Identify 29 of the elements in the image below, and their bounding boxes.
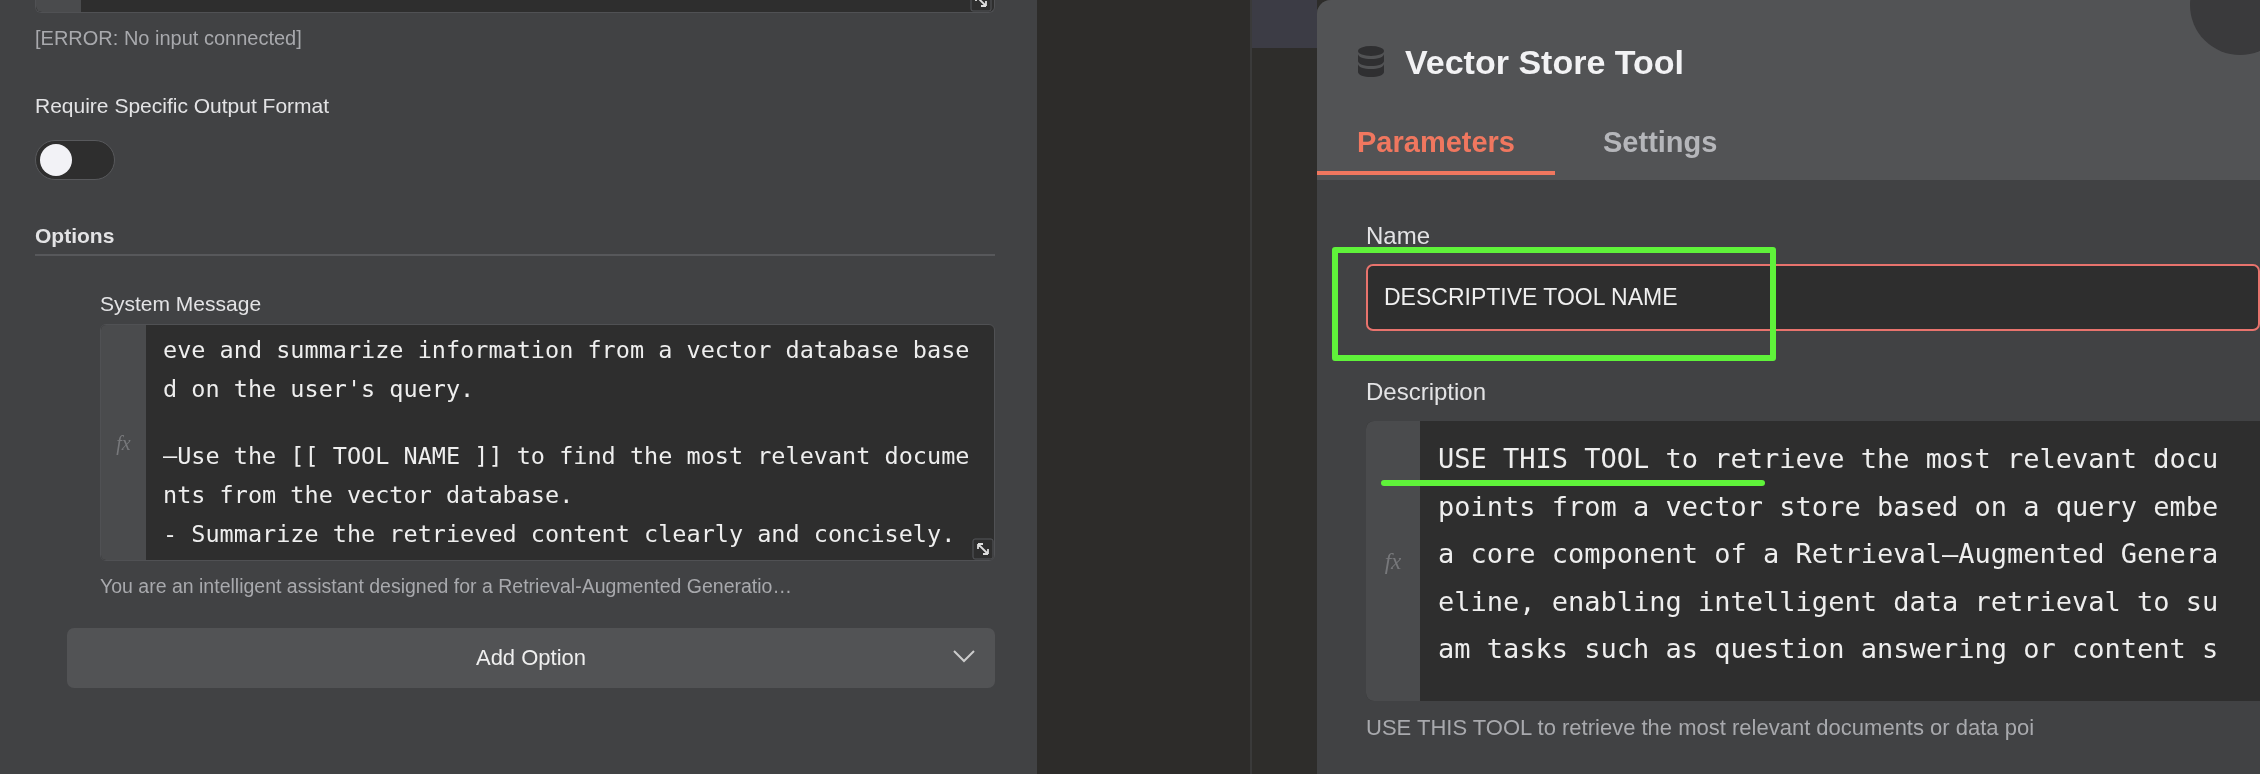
field-label: System Message xyxy=(100,292,263,316)
error-text: [ERROR: No input connected] xyxy=(35,27,303,50)
field-hint: USE THIS TOOL to retrieve the most relevant documents or data poi xyxy=(1366,715,2036,741)
text-line: eve and summarize information from a vector database base xyxy=(163,336,970,364)
panel-title: Vector Store Tool xyxy=(1405,42,1684,82)
text-line: points from a vector store based on a query embe xyxy=(1438,490,2219,523)
text-area[interactable] xyxy=(100,324,995,561)
text-line: eline, enabling intelligent data retrieval to su xyxy=(1438,585,2219,618)
text-line: - Summarize the retrieved content clearly and concisely. xyxy=(163,520,956,548)
text-line: a core component of a Retrieval–Augmented Genera xyxy=(1438,538,2219,571)
text-line: nts from the vector database. xyxy=(163,481,574,509)
chevron-icon xyxy=(953,650,975,663)
tab[interactable]: Settings xyxy=(1603,126,1718,175)
field-label: Description xyxy=(1366,378,1487,406)
text-area[interactable] xyxy=(1366,421,2260,701)
name-field[interactable]: DESCRIPTIVE TOOL NAME xyxy=(1366,264,2260,331)
field-hint: You are an intelligent assistant designed for a Retrieval-Augmented Generatio… xyxy=(100,575,793,598)
header-strip xyxy=(1252,0,1317,48)
section-heading: Options xyxy=(35,224,995,256)
field-label: Name xyxy=(1366,222,1432,250)
text-line: –Use the [[ TOOL NAME ]] to find the most relevant docume xyxy=(163,442,970,470)
database-icon xyxy=(1357,45,1385,79)
resize-icon[interactable] xyxy=(972,538,994,560)
toggle-switch[interactable] xyxy=(35,140,115,180)
text-line: USE THIS TOOL to retrieve the most relevant docu xyxy=(1438,443,2219,475)
field-label: Require Specific Output Format xyxy=(35,94,331,118)
text-line: am tasks such as question answering or content s xyxy=(1438,633,2219,666)
text-line: d on the user's query. xyxy=(163,375,475,403)
add-option-button[interactable]: Add Option xyxy=(67,628,995,688)
